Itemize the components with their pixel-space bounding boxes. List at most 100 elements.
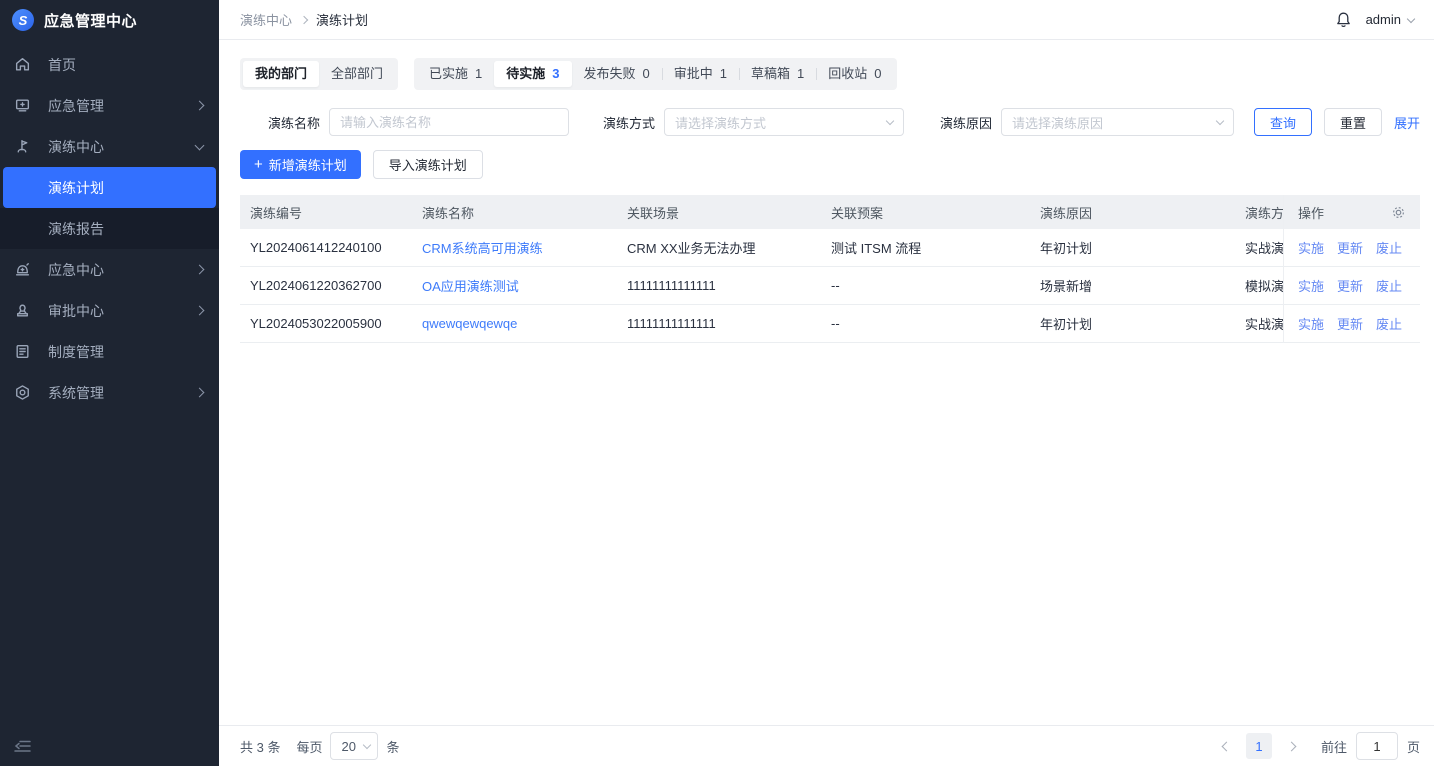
op-implement-link[interactable]: 实施 (1298, 238, 1324, 257)
col-header-reason: 演练原因 (1030, 203, 1235, 222)
status-tab[interactable]: 回收站 0 (816, 61, 893, 87)
emergency-center-icon (14, 261, 31, 278)
operations-row: 实施 更新 废止 (1284, 305, 1420, 343)
app-logo-row: S 应急管理中心 (0, 0, 219, 40)
prev-page-icon[interactable] (1222, 741, 1232, 751)
sidebar-item[interactable]: 审批中心 (0, 290, 219, 331)
cell-reason: 年初计划 (1030, 314, 1235, 333)
chevron-icon (195, 306, 205, 316)
status-tab-label: 发布失败 (584, 61, 636, 87)
sidebar: S 应急管理中心 首页 应急管理 演练中心 (0, 0, 219, 766)
chevron-icon (195, 101, 205, 111)
sidebar-item[interactable]: 首页 (0, 44, 219, 85)
status-tab-count: 1 (797, 61, 804, 87)
action-row: + 新增演练计划 导入演练计划 (240, 150, 1420, 179)
sidebar-item[interactable]: 演练中心 (0, 126, 219, 167)
drill-name-link[interactable]: OA应用演练测试 (422, 279, 519, 294)
table-row: YL2024061412240100 CRM系统高可用演练 CRM XX业务无法… (240, 229, 1420, 267)
department-tab[interactable]: 全部部门 (319, 61, 395, 87)
notification-bell-icon[interactable] (1335, 11, 1352, 29)
sidebar-item-label: 系统管理 (48, 383, 104, 403)
sidebar-item-label: 制度管理 (48, 342, 104, 362)
chevron-icon (195, 265, 205, 275)
sidebar-item[interactable]: 演练计划 (3, 167, 216, 208)
status-tab-count: 0 (874, 61, 881, 87)
chevron-icon (195, 388, 205, 398)
table-header-row: 演练编号 演练名称 关联场景 关联预案 演练原因 演练方式 (240, 195, 1420, 229)
select-chevron-down-icon (1216, 116, 1224, 124)
status-tab-count: 0 (643, 61, 650, 87)
status-tab-group: 已实施 1 待实施 3 发布失败 0 (414, 58, 897, 90)
select-chevron-down-icon (363, 740, 371, 748)
op-abolish-link[interactable]: 废止 (1376, 276, 1402, 295)
cell-reason: 年初计划 (1030, 238, 1235, 257)
status-tab-label: 草稿箱 (751, 61, 790, 87)
cell-drill-id: YL2024053022005900 (240, 316, 412, 331)
user-menu[interactable]: admin (1366, 12, 1401, 27)
status-tab[interactable]: 审批中 1 (662, 61, 739, 87)
query-button[interactable]: 查询 (1254, 108, 1312, 136)
reset-button[interactable]: 重置 (1324, 108, 1382, 136)
filter-buttons: 查询 重置 展开 (1254, 108, 1420, 136)
drill-reason-select[interactable]: 请选择演练原因 (1001, 108, 1234, 136)
topbar-right: admin (1335, 11, 1414, 29)
sidebar-item-label: 演练中心 (48, 137, 104, 157)
sidebar-item[interactable]: 应急管理 (0, 85, 219, 126)
status-tab[interactable]: 已实施 1 (417, 61, 494, 87)
sidebar-item[interactable]: 演练报告 (0, 208, 219, 249)
topbar: 演练中心 演练计划 admin (219, 0, 1434, 40)
cell-drill-id: YL2024061220362700 (240, 278, 412, 293)
cell-scene: 11111111111111 (617, 316, 821, 331)
op-abolish-link[interactable]: 废止 (1376, 238, 1402, 257)
drill-center-icon (14, 138, 31, 155)
import-drill-plan-button[interactable]: 导入演练计划 (373, 150, 483, 179)
drill-name-input[interactable] (329, 108, 569, 136)
op-implement-link[interactable]: 实施 (1298, 276, 1324, 295)
op-update-link[interactable]: 更新 (1337, 238, 1363, 257)
sidebar-collapse-icon[interactable] (14, 738, 32, 754)
cell-drill-id: YL2024061412240100 (240, 240, 412, 255)
status-tab[interactable]: 草稿箱 1 (739, 61, 816, 87)
cell-scene: CRM XX业务无法办理 (617, 238, 821, 257)
sidebar-item-label: 首页 (48, 55, 76, 75)
cell-plan: 测试 ITSM 流程 (821, 238, 1030, 257)
status-tab-label: 待实施 (506, 61, 545, 87)
status-tab-label: 回收站 (828, 61, 867, 87)
add-drill-plan-button[interactable]: + 新增演练计划 (240, 150, 361, 179)
status-tab[interactable]: 待实施 3 (494, 61, 571, 87)
goto-page-input[interactable] (1356, 732, 1398, 760)
sidebar-item[interactable]: 应急中心 (0, 249, 219, 290)
breadcrumb-parent[interactable]: 演练中心 (240, 10, 292, 29)
system-mgmt-icon (14, 384, 31, 401)
drill-name-link[interactable]: qwewqewqewqe (422, 316, 517, 331)
policy-mgmt-icon (14, 343, 31, 360)
user-chevron-down-icon[interactable] (1407, 14, 1415, 22)
column-settings-gear-icon[interactable] (1391, 205, 1406, 220)
drill-method-select[interactable]: 请选择演练方式 (664, 108, 904, 136)
app-window: S 应急管理中心 首页 应急管理 演练中心 (0, 0, 1434, 766)
page-number-button[interactable]: 1 (1246, 733, 1272, 759)
operations-column: 操作 实施 更新 废止 实施 更新 (1283, 195, 1420, 343)
select-chevron-down-icon (886, 116, 894, 124)
status-tab-count: 1 (720, 61, 727, 87)
drill-name-link[interactable]: CRM系统高可用演练 (422, 241, 543, 256)
operations-row: 实施 更新 废止 (1284, 267, 1420, 305)
status-tab-label: 已实施 (429, 61, 468, 87)
next-page-icon[interactable] (1287, 741, 1297, 751)
sidebar-item[interactable]: 制度管理 (0, 331, 219, 372)
app-logo-icon: S (12, 9, 34, 31)
op-update-link[interactable]: 更新 (1337, 276, 1363, 295)
filter-name-group: 演练名称 (268, 108, 569, 136)
op-implement-link[interactable]: 实施 (1298, 314, 1324, 333)
op-update-link[interactable]: 更新 (1337, 314, 1363, 333)
sidebar-item[interactable]: 系统管理 (0, 372, 219, 413)
expand-link[interactable]: 展开 (1394, 113, 1420, 132)
status-tab[interactable]: 发布失败 0 (572, 61, 662, 87)
main-area: 演练中心 演练计划 admin 我的部门 (219, 0, 1434, 766)
op-abolish-link[interactable]: 废止 (1376, 314, 1402, 333)
status-tab-count: 1 (475, 61, 482, 87)
emergency-mgmt-icon (14, 97, 31, 114)
per-page-select[interactable]: 20 (330, 732, 378, 760)
department-tab[interactable]: 我的部门 (243, 61, 319, 87)
sidebar-item-label: 应急中心 (48, 260, 104, 280)
